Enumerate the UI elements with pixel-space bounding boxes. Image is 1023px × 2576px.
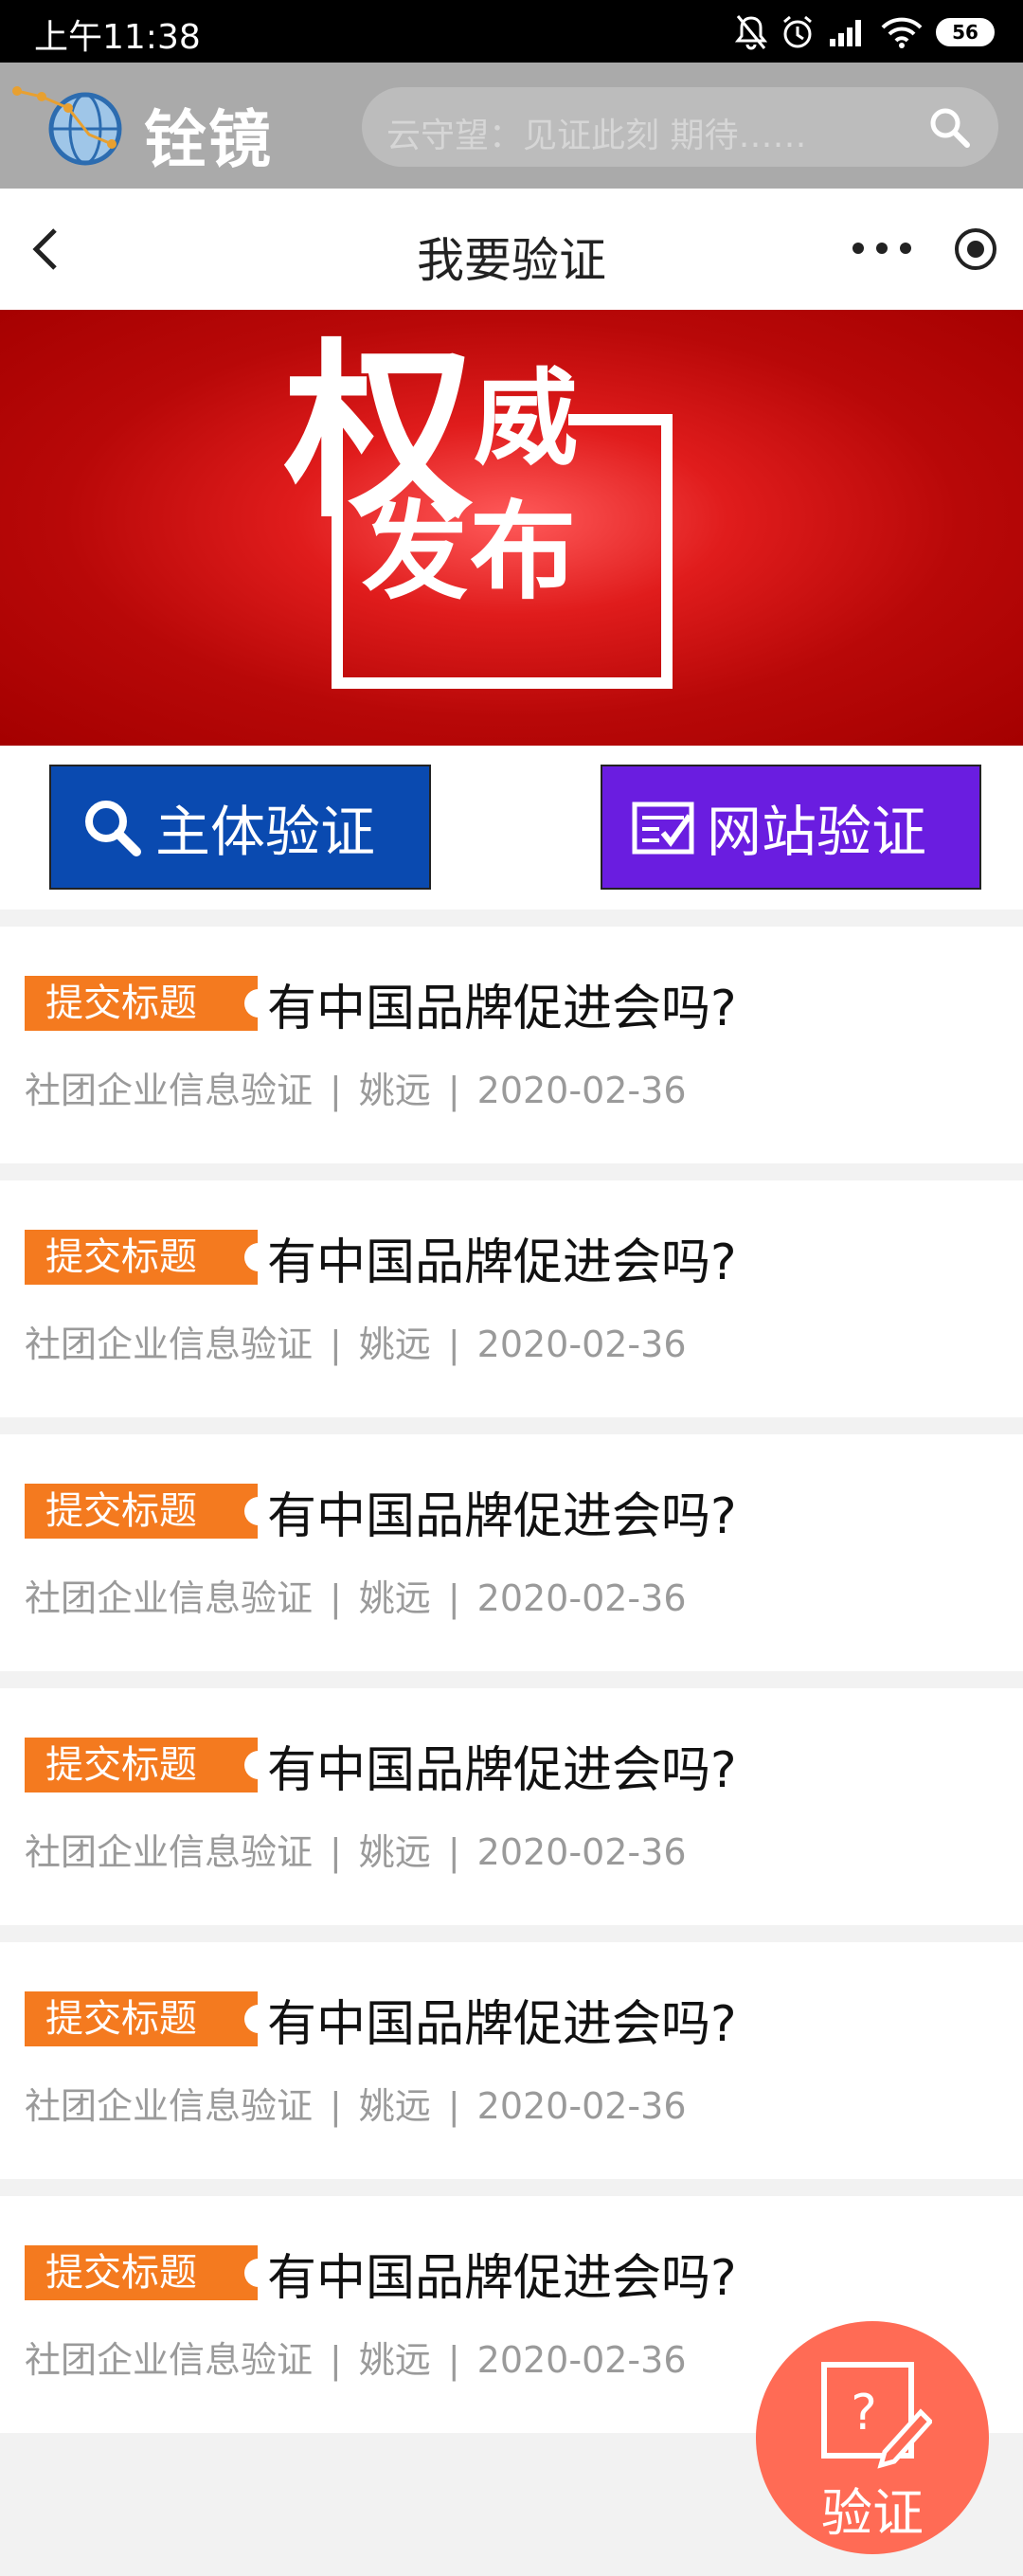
item-category: 社团企业信息验证: [25, 2339, 314, 2381]
item-title: 有中国品牌促进会吗?: [267, 1742, 737, 1799]
submission-list: 提交标题 有中国品牌促进会吗? 社团企业信息验证 | 姚远 | 2020-02-36 提…: [0, 927, 1023, 2450]
target-icon[interactable]: [953, 226, 998, 272]
meta-separator: |: [447, 2339, 460, 2381]
meta-separator: |: [447, 1831, 460, 1873]
app-header: 铨镜 云守望：见证此刻 期待……: [0, 63, 1023, 189]
meta-separator: |: [447, 1577, 460, 1619]
meta-separator: |: [330, 1324, 342, 1365]
status-bar: 上午11:38 56: [0, 0, 1023, 63]
site-verify-button[interactable]: 网站验证: [601, 765, 981, 890]
item-meta: 社团企业信息验证 | 姚远 | 2020-02-36: [25, 2331, 687, 2383]
item-meta: 社团企业信息验证 | 姚远 | 2020-02-36: [25, 1061, 687, 1113]
nav-bar: 我要验证: [0, 189, 1023, 310]
status-time: 上午11:38: [34, 18, 201, 57]
meta-separator: |: [330, 1831, 342, 1873]
item-author: 姚远: [358, 2085, 431, 2127]
item-meta: 社团企业信息验证 | 姚远 | 2020-02-36: [25, 1315, 687, 1367]
more-icon[interactable]: [849, 234, 915, 262]
logo-globe-icon: [12, 86, 122, 166]
submit-tag: 提交标题: [25, 1484, 260, 1539]
meta-separator: |: [330, 2085, 342, 2127]
submit-tag: 提交标题: [25, 1230, 260, 1285]
submit-tag: 提交标题: [25, 1991, 260, 2046]
banner-frame-top: [568, 414, 673, 425]
item-category: 社团企业信息验证: [25, 1831, 314, 1873]
note-pencil-icon: ?: [821, 2362, 932, 2469]
site-verify-label: 网站验证: [707, 800, 927, 864]
submit-tag: 提交标题: [25, 1738, 260, 1792]
item-author: 姚远: [358, 1577, 431, 1619]
submit-tag: 提交标题: [25, 976, 260, 1031]
meta-separator: |: [330, 1070, 342, 1111]
item-date: 2020-02-36: [476, 1070, 687, 1111]
item-author: 姚远: [358, 1831, 431, 1873]
submit-tag: 提交标题: [25, 2245, 260, 2300]
item-title: 有中国品牌促进会吗?: [267, 981, 737, 1037]
item-date: 2020-02-36: [476, 1831, 687, 1873]
fab-question-mark: ?: [851, 2385, 877, 2441]
banner-wei: 威: [474, 358, 578, 479]
search-placeholder: 云守望：见证此刻 期待……: [386, 117, 807, 155]
status-icons: 56: [735, 11, 995, 53]
item-meta: 社团企业信息验证 | 姚远 | 2020-02-36: [25, 2077, 687, 2129]
item-meta: 社团企业信息验证 | 姚远 | 2020-02-36: [25, 1569, 687, 1621]
signal-icon: [830, 20, 861, 46]
meta-separator: |: [330, 1577, 342, 1619]
mute-icon: [735, 15, 767, 50]
item-author: 姚远: [358, 1070, 431, 1111]
meta-separator: |: [447, 1324, 460, 1365]
item-title: 有中国品牌促进会吗?: [267, 2250, 737, 2307]
meta-separator: |: [447, 2085, 460, 2127]
item-meta: 社团企业信息验证 | 姚远 | 2020-02-36: [25, 1823, 687, 1875]
item-date: 2020-02-36: [476, 1324, 687, 1365]
list-item[interactable]: 提交标题 有中国品牌促进会吗? 社团企业信息验证 | 姚远 | 2020-02-36: [0, 927, 1023, 1163]
verify-buttons: 主体验证 网站验证: [0, 746, 1023, 910]
fab-label: 验证: [821, 2483, 924, 2543]
item-title: 有中国品牌促进会吗?: [267, 1996, 737, 2053]
item-category: 社团企业信息验证: [25, 2085, 314, 2127]
item-author: 姚远: [358, 2339, 431, 2381]
checklist-icon: [632, 802, 694, 855]
meta-separator: |: [447, 1070, 460, 1111]
item-title: 有中国品牌促进会吗?: [267, 1234, 737, 1291]
verify-fab[interactable]: ? 验证: [756, 2321, 989, 2554]
search-icon[interactable]: [926, 104, 972, 150]
alarm-icon: [783, 15, 812, 48]
meta-separator: |: [330, 2339, 342, 2381]
entity-verify-button[interactable]: 主体验证: [49, 765, 431, 890]
list-item[interactable]: 提交标题 有中国品牌促进会吗? 社团企业信息验证 | 姚远 | 2020-02-36: [0, 1688, 1023, 1925]
item-category: 社团企业信息验证: [25, 1577, 314, 1619]
wifi-icon: [881, 17, 923, 48]
banner-fabu: 发布: [362, 491, 578, 614]
banner: 权 威 发布: [0, 310, 1023, 746]
battery-icon: 56: [936, 18, 995, 46]
brand-name: 铨镜: [144, 103, 273, 176]
item-date: 2020-02-36: [476, 2339, 687, 2381]
list-item[interactable]: 提交标题 有中国品牌促进会吗? 社团企业信息验证 | 姚远 | 2020-02-36: [0, 1942, 1023, 2179]
item-date: 2020-02-36: [476, 1577, 687, 1619]
search-input[interactable]: 云守望：见证此刻 期待……: [362, 87, 998, 167]
magnifier-icon: [85, 801, 141, 856]
list-item[interactable]: 提交标题 有中国品牌促进会吗? 社团企业信息验证 | 姚远 | 2020-02-36: [0, 1434, 1023, 1671]
item-category: 社团企业信息验证: [25, 1070, 314, 1111]
item-category: 社团企业信息验证: [25, 1324, 314, 1365]
item-date: 2020-02-36: [476, 2085, 687, 2127]
item-author: 姚远: [358, 1324, 431, 1365]
list-item[interactable]: 提交标题 有中国品牌促进会吗? 社团企业信息验证 | 姚远 | 2020-02-36: [0, 1180, 1023, 1417]
entity-verify-label: 主体验证: [155, 800, 376, 864]
item-title: 有中国品牌促进会吗?: [267, 1488, 737, 1545]
